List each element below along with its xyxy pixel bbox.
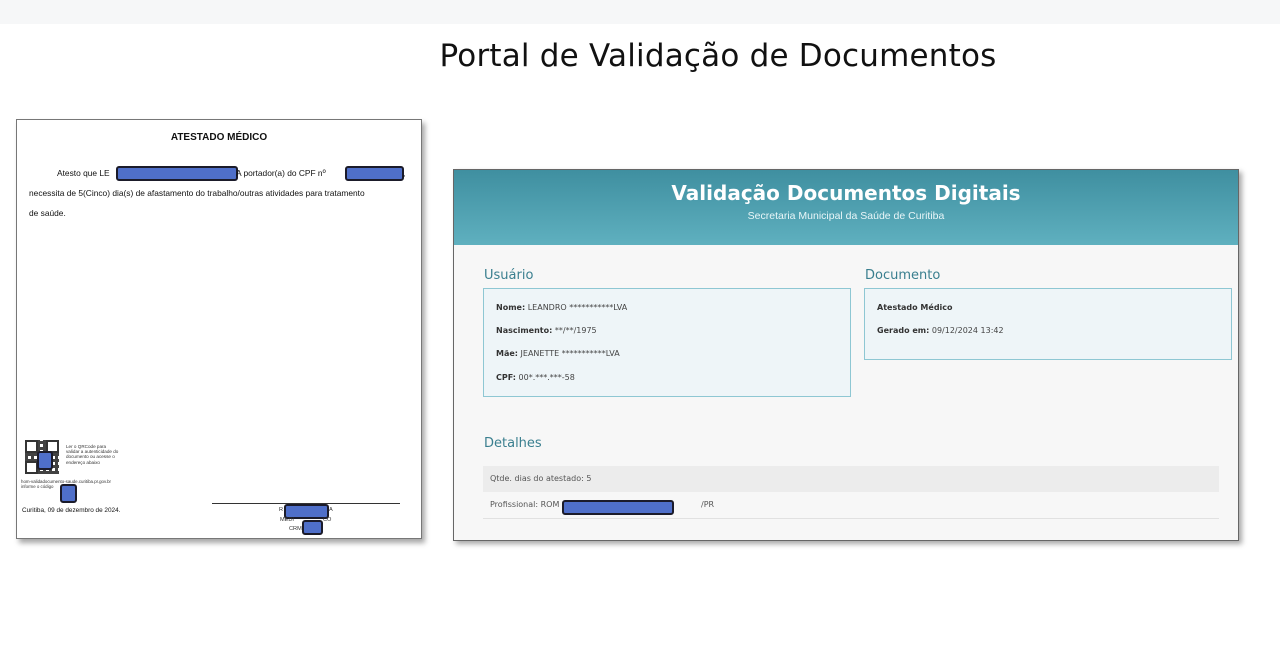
signer-role-end: CO [323,517,332,523]
certificate-line1-end: , [403,168,406,178]
usuario-cpf: CPF: 00*.***.***-58 [496,373,575,382]
qr-instructions: Ler o QRCode para validar a autenticidad… [66,444,119,465]
slide-title: Portal de Validação de Documentos [439,38,997,74]
redaction-name [116,166,238,181]
redaction-qr [37,451,53,470]
top-bar [0,0,1280,24]
certificate-line2: necessita de 5(Cinco) dia(s) de afastame… [29,188,365,198]
documento-heading: Documento [865,268,941,283]
profissional-start: Profissional: ROM [490,500,560,509]
redaction-crm [302,520,323,535]
detalhes-heading: Detalhes [484,436,542,451]
validation-portal: Validação Documentos Digitais Secretaria… [453,169,1239,541]
documento-box: Atestado Médico Gerado em: 09/12/2024 13… [864,288,1232,360]
signer-crm: CRM [289,526,302,532]
detail-row-qtde: Qtde. dias do atestado: 5 [483,466,1219,492]
certificate-title: ATESTADO MÉDICO [170,132,268,143]
certificate-date: Curitiba, 09 de dezembro de 2024. [22,507,121,514]
signer-name-end: A [329,507,333,513]
portal-header: Validação Documentos Digitais Secretaria… [454,170,1238,245]
documento-gerado: Gerado em: 09/12/2024 13:42 [877,326,1004,335]
usuario-nome: Nome: LEANDRO ***********LVA [496,303,628,312]
certificate-line1-start: Atesto que LE [57,168,110,178]
profissional-end: /PR [701,500,715,509]
usuario-nascimento: Nascimento: **/**/1975 [496,326,597,335]
documento-type: Atestado Médico [877,303,953,312]
usuario-mae: Mãe: JEANETTE ***********LVA [496,349,620,358]
usuario-heading: Usuário [484,268,534,283]
redaction-profissional [562,500,674,515]
signer-role-start: MÉDI [280,517,294,523]
redaction-code [60,484,77,503]
portal-title: Validação Documentos Digitais [671,181,1021,205]
certificate-line1-mid: A portador(a) do CPF nº [236,168,326,178]
redaction-cpf [345,166,404,181]
medical-certificate: ATESTADO MÉDICO Atesto que LE A portador… [16,119,422,539]
certificate-line3: de saúde. [29,208,66,218]
usuario-box: Nome: LEANDRO ***********LVA Nascimento:… [483,288,851,397]
portal-subtitle: Secretaria Municipal da Saúde de Curitib… [747,210,945,222]
signer-name-start: R [279,507,284,513]
